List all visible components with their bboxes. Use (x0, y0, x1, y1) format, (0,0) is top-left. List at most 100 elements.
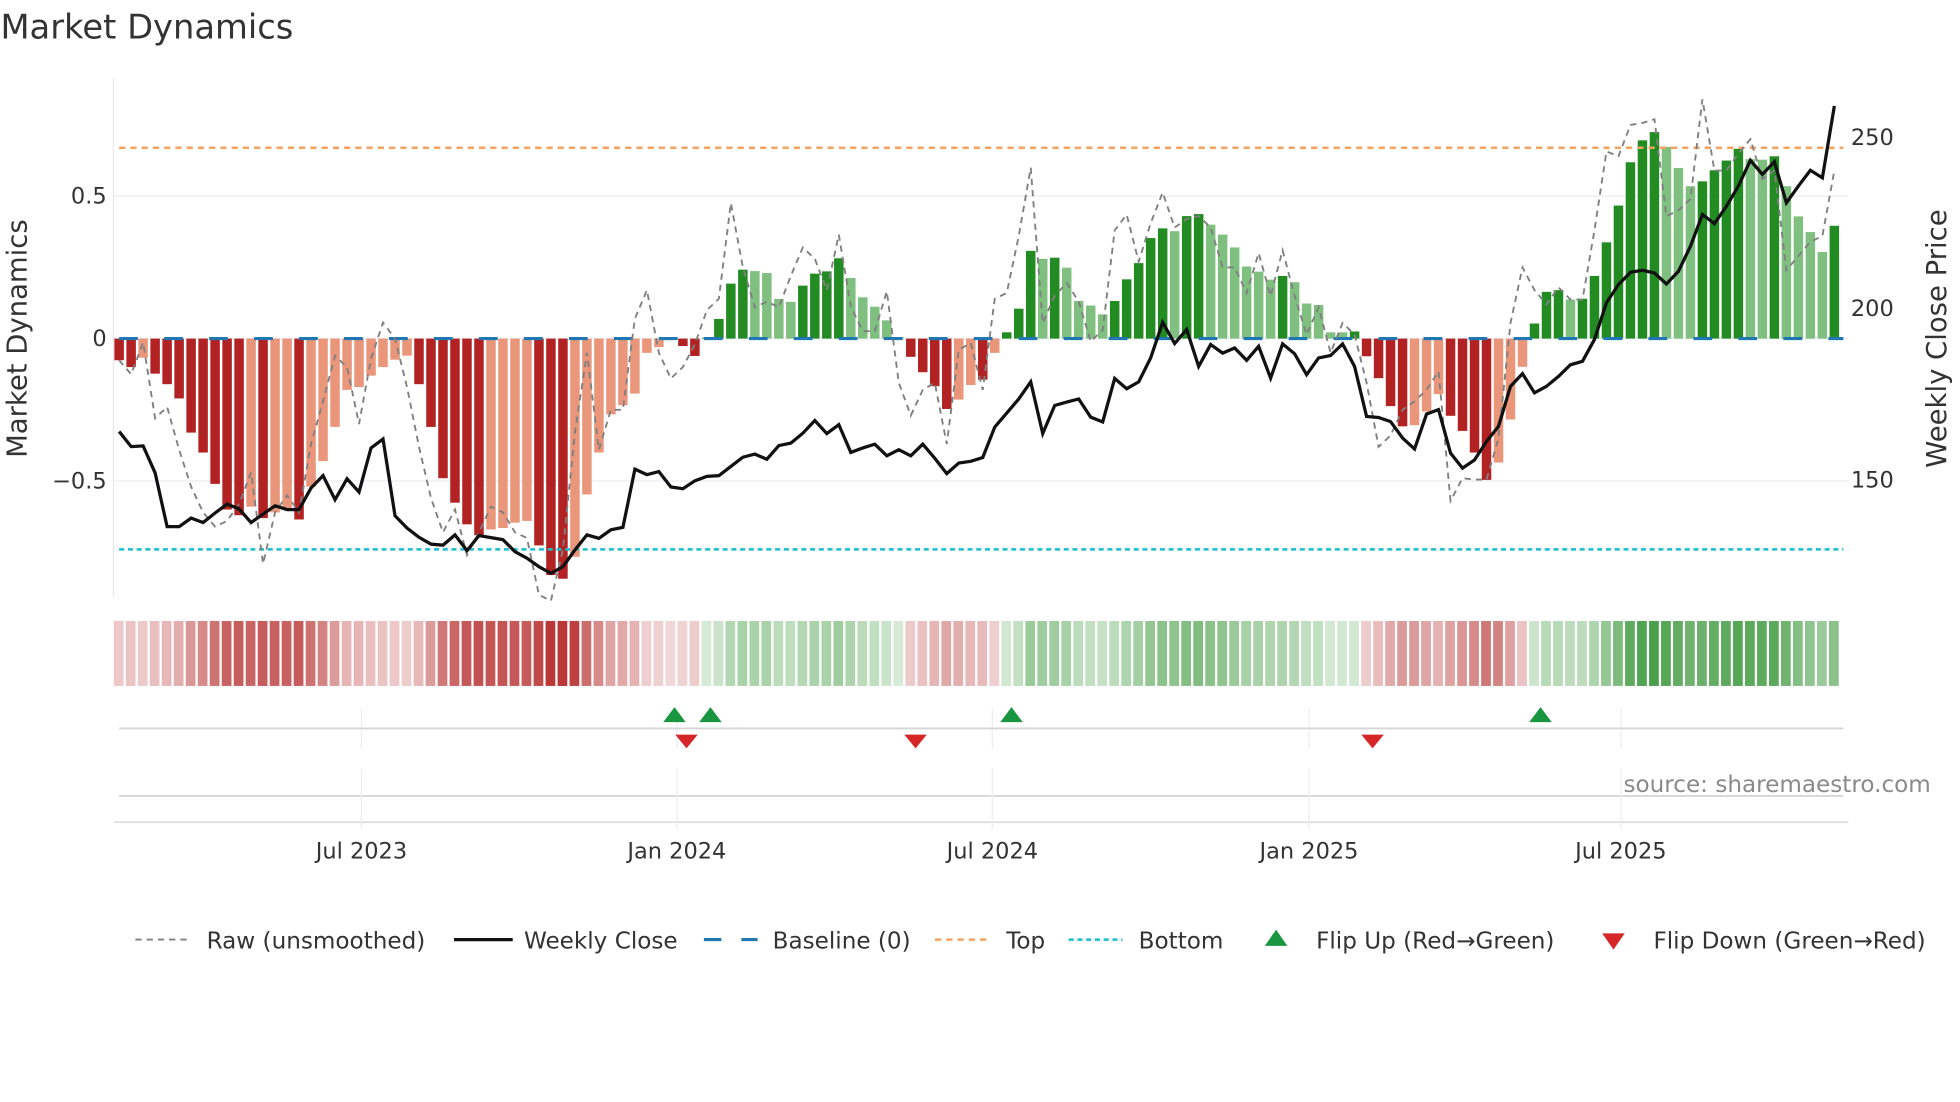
dynamics-bar (726, 283, 736, 339)
legend-flip-down-icon (1602, 933, 1625, 950)
heat-cell (953, 620, 964, 686)
heat-cell (149, 620, 160, 686)
dynamics-bar (546, 338, 556, 576)
dynamics-bar (1709, 170, 1720, 339)
dynamics-bar (1277, 275, 1288, 339)
heat-cell (737, 620, 748, 686)
heat-cell (1025, 620, 1036, 686)
left-tick-label: −0.5 (52, 469, 107, 495)
dynamics-bar (198, 338, 208, 453)
heat-cell (1085, 620, 1096, 686)
flip-up-marker (1529, 707, 1552, 723)
heat-cell (1541, 620, 1551, 686)
dynamics-bar (1685, 186, 1696, 339)
dynamics-bar (1649, 132, 1660, 339)
dynamics-bar (414, 338, 424, 385)
dynamics-bar (1721, 160, 1732, 339)
heat-cell (1469, 620, 1479, 686)
heat-cell (977, 620, 988, 686)
dynamics-bar (1385, 338, 1396, 407)
dynamics-bar (1409, 338, 1420, 426)
heat-cell (1457, 620, 1467, 686)
heat-cell (797, 620, 808, 686)
dynamics-bar (1829, 225, 1840, 339)
heat-cell (773, 620, 784, 686)
dynamics-bar (989, 338, 1000, 353)
heat-cell (1109, 620, 1120, 686)
dynamics-bar (1697, 181, 1708, 339)
right-axis-label: Weekly Close Price (1921, 209, 1953, 467)
heat-cell (665, 620, 676, 686)
heat-cell (857, 620, 868, 686)
dynamics-bar (234, 338, 244, 516)
heat-cell (1577, 620, 1587, 686)
dynamics-bar (798, 285, 808, 339)
heat-cell (377, 620, 388, 686)
heat-cell (1001, 620, 1012, 686)
heat-cell (137, 620, 148, 686)
heat-cell (605, 620, 616, 686)
dynamics-bar (450, 338, 460, 503)
heat-cell (1361, 620, 1371, 686)
heat-cell (1181, 620, 1192, 686)
heat-cell (413, 620, 424, 686)
heat-cell (1433, 620, 1443, 686)
dynamics-bar (858, 297, 868, 339)
heat-cell (917, 620, 928, 686)
dynamics-bar (1013, 308, 1024, 339)
heat-cell (1637, 620, 1647, 686)
dynamics-bar (462, 338, 472, 525)
legend-label: Bottom (1139, 928, 1224, 954)
heat-cell (1816, 620, 1827, 686)
flip-down-marker (675, 734, 698, 749)
legend-item-flip_down: Flip Down (Green→Red) (1602, 928, 1926, 954)
heat-cell (869, 620, 880, 686)
heat-cell (1205, 620, 1216, 686)
dynamics-bar (1673, 167, 1684, 339)
dynamics-bar (258, 338, 268, 519)
dynamics-bar (186, 338, 196, 433)
dynamics-bar (534, 338, 544, 546)
heat-cell (221, 620, 232, 686)
legend: Raw (unsmoothed) Weekly Close Baseline (0)… (135, 928, 1926, 954)
legend-item-close: Weekly Close (453, 928, 678, 954)
dynamics-bar (150, 338, 160, 374)
heat-cell (905, 620, 916, 686)
heat-cell (1049, 620, 1060, 686)
heat-cell (497, 620, 508, 686)
heat-cell (785, 620, 796, 686)
dynamics-bar (1745, 159, 1756, 339)
dynamics-bar (1085, 305, 1096, 339)
lower-panel: source: sharemaestro.com Jul 2023 Jan 202… (114, 768, 1931, 864)
heat-cell (1385, 620, 1395, 686)
dynamics-bar (1265, 279, 1276, 339)
heat-cell (989, 620, 1000, 686)
dynamics-bar (114, 338, 124, 361)
heat-cell (449, 620, 460, 686)
heat-cell (1013, 620, 1024, 686)
dynamics-bar (1421, 338, 1432, 412)
dynamics-bar (330, 338, 340, 427)
dynamics-bar (1625, 162, 1636, 339)
flip-down-marker (904, 734, 927, 749)
heat-cell (1265, 620, 1275, 686)
dynamics-bar (1793, 216, 1804, 339)
heat-cell (941, 620, 952, 686)
heat-cell (1373, 620, 1383, 686)
dynamics-bar (426, 338, 436, 427)
legend-item-flip_up: Flip Up (Red→Green) (1264, 928, 1554, 954)
dynamics-bar (906, 338, 916, 357)
heat-cell (1217, 620, 1228, 686)
heat-cell (1721, 620, 1731, 686)
heat-cell (593, 620, 604, 686)
raw-series-line (118, 99, 1836, 603)
dynamics-bar (162, 338, 172, 385)
dynamics-bar (690, 338, 700, 356)
heat-cell (677, 620, 688, 686)
heat-cell (1745, 620, 1755, 686)
heat-cell (1241, 620, 1252, 686)
dynamics-bar (282, 338, 292, 510)
dynamics-bar (786, 301, 796, 339)
heat-cell (233, 620, 244, 686)
dynamics-bar (1565, 299, 1576, 339)
